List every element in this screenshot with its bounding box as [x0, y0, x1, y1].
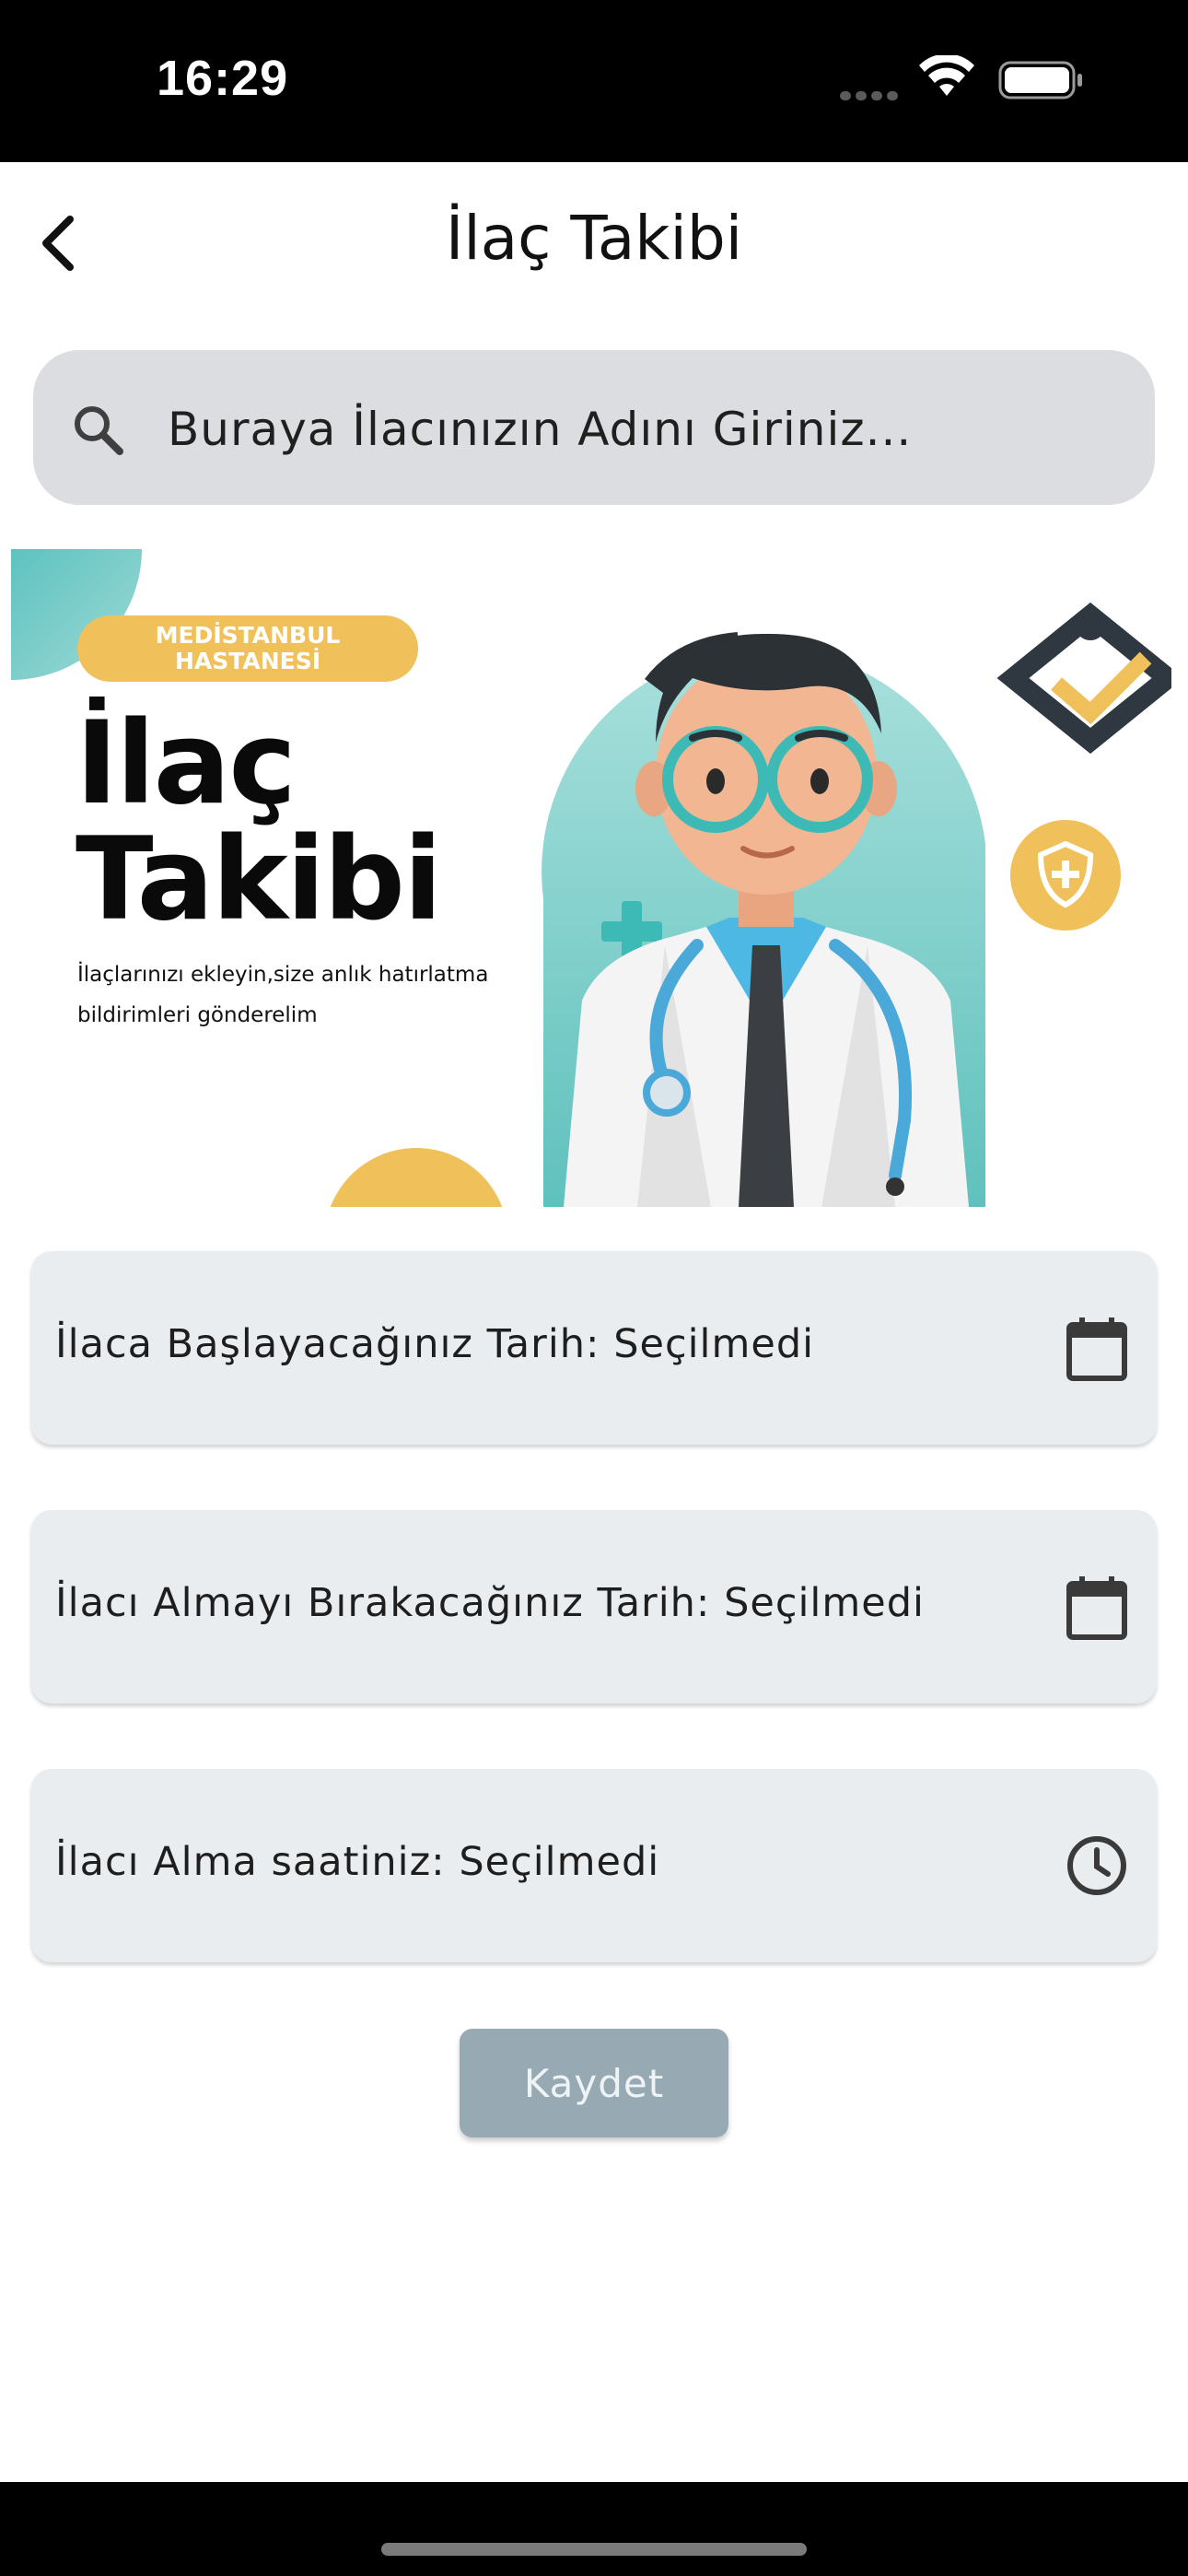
shield-badge-icon	[1010, 820, 1121, 931]
doctor-illustration	[542, 602, 1171, 1207]
wifi-icon	[919, 55, 974, 96]
home-indicator[interactable]	[381, 2543, 807, 2556]
save-button[interactable]: Kaydet	[460, 2029, 728, 2137]
status-bar: 16:29	[0, 0, 1188, 162]
banner-decoration-circle	[324, 1148, 508, 1207]
dose-time-label: İlacı Alma saatiniz: Seçilmedi	[55, 1839, 660, 1885]
page-title: İlaç Takibi	[445, 203, 743, 274]
home-indicator-area	[0, 2482, 1188, 2576]
search-input[interactable]	[166, 369, 1127, 490]
banner-title: İlaç Takibi	[76, 697, 443, 946]
start-date-field[interactable]: İlaca Başlayacağınız Tarih: Seçilmedi	[31, 1251, 1157, 1445]
search-icon	[75, 406, 123, 455]
hospital-name: MEDİSTANBUL HASTANESİ	[155, 622, 341, 674]
promo-banner: MEDİSTANBUL HASTANESİ İlaç Takibi İlaçla…	[11, 549, 1177, 1207]
end-date-label: İlacı Almayı Bırakacağınız Tarih: Seçilm…	[55, 1580, 925, 1626]
clock-icon	[1067, 1836, 1126, 1895]
calendar-icon	[1066, 1317, 1127, 1381]
cellular-signal-icon	[840, 87, 904, 100]
status-time: 16:29	[157, 51, 289, 106]
calendar-icon	[1066, 1576, 1127, 1640]
dose-time-field[interactable]: İlacı Alma saatiniz: Seçilmedi	[31, 1769, 1157, 1962]
hospital-logo-icon	[996, 602, 1171, 755]
battery-icon	[998, 61, 1082, 100]
end-date-field[interactable]: İlacı Almayı Bırakacağınız Tarih: Seçilm…	[31, 1510, 1157, 1704]
hospital-badge: MEDİSTANBUL HASTANESİ	[77, 615, 418, 682]
start-date-label: İlaca Başlayacağınız Tarih: Seçilmedi	[55, 1321, 815, 1367]
banner-subtitle: İlaçlarınızı ekleyin,size anlık hatırlat…	[77, 963, 489, 1027]
